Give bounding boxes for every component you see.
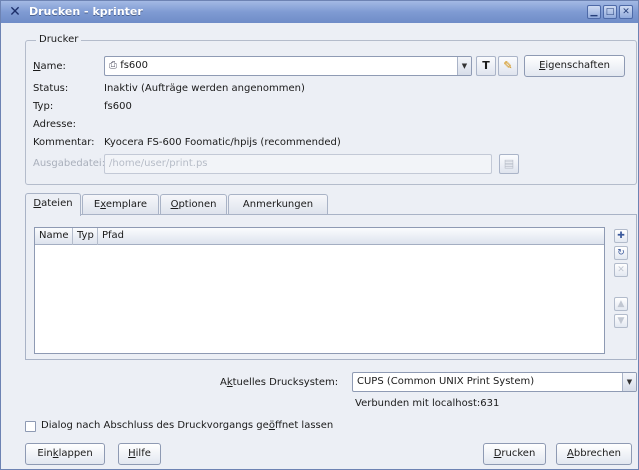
status-label: Status:	[33, 83, 69, 94]
files-tab-panel: Name Typ Pfad ✚ ↻ ✕ ▲ ▼	[25, 214, 637, 360]
wand-icon: ✎	[503, 59, 513, 72]
output-file-input[interactable]: /home/user/print.ps	[104, 154, 492, 174]
chevron-down-icon[interactable]: ▼	[622, 373, 636, 391]
print-system-label: Aktuelles Drucksystem:	[220, 377, 339, 388]
files-list[interactable]: Name Typ Pfad	[34, 227, 605, 354]
tab-dateien[interactable]: Dateien	[25, 193, 81, 216]
collapse-button[interactable]: Einklappen	[25, 443, 105, 465]
connection-status: Verbunden mit localhost:631	[355, 398, 500, 409]
browse-file-button[interactable]: ▤	[499, 154, 519, 174]
output-file-label: Ausgabedatei:	[33, 158, 106, 169]
x-icon[interactable]: ✕	[7, 4, 23, 20]
type-label: Typ:	[33, 101, 54, 112]
column-type[interactable]: Typ	[73, 228, 98, 245]
print-button[interactable]: Drucken	[483, 443, 546, 465]
address-label: Adresse:	[33, 119, 76, 130]
printer-tool-icon: T	[482, 59, 490, 72]
chevron-down-icon[interactable]: ▼	[457, 57, 471, 75]
print-dialog-window: ✕ Drucken - kprinter ▁ □ ✕ Drucker Name:…	[0, 0, 639, 470]
column-path[interactable]: Pfad	[98, 228, 604, 245]
type-value: fs600	[104, 101, 132, 112]
refresh-icon: ↻	[617, 248, 625, 258]
window-title: Drucken - kprinter	[29, 5, 143, 18]
arrow-down-icon: ▼	[617, 316, 625, 326]
properties-button[interactable]: Eigenschaften	[524, 55, 625, 77]
tab-exemplare[interactable]: Exemplare	[82, 194, 159, 215]
title-bar[interactable]: ✕ Drucken - kprinter ▁ □ ✕	[1, 1, 638, 23]
printer-icon: ⎙	[109, 60, 117, 71]
print-system-value: CUPS (Common UNIX Print System)	[357, 376, 535, 387]
minimize-icon[interactable]: ▁	[587, 5, 601, 19]
tab-optionen[interactable]: Optionen	[160, 194, 227, 215]
files-list-header: Name Typ Pfad	[35, 228, 604, 245]
help-button[interactable]: Hilfe	[118, 443, 161, 465]
wizard-button[interactable]: ✎	[498, 56, 518, 76]
remove-icon: ✕	[617, 265, 625, 275]
name-label: Name:	[33, 61, 66, 72]
move-up-button[interactable]: ▲	[614, 297, 628, 311]
move-down-button[interactable]: ▼	[614, 314, 628, 328]
keep-open-checkbox[interactable]	[25, 421, 36, 432]
printer-name-value: fs600	[120, 60, 149, 71]
comment-value: Kyocera FS-600 Foomatic/hpijs (recommend…	[104, 137, 341, 148]
printer-tool-button[interactable]: T	[476, 56, 496, 76]
keep-open-label[interactable]: Dialog nach Abschluss des Druckvorgangs …	[41, 420, 333, 431]
status-value: Inaktiv (Aufträge werden angenommen)	[104, 83, 305, 94]
arrow-up-icon: ▲	[617, 299, 625, 309]
open-file-button[interactable]: ↻	[614, 246, 628, 260]
tab-anmerkungen[interactable]: Anmerkungen	[228, 194, 328, 215]
maximize-icon[interactable]: □	[603, 5, 617, 19]
printer-group-label: Drucker	[36, 34, 82, 45]
print-system-select[interactable]: CUPS (Common UNIX Print System) ▼	[352, 372, 637, 392]
cancel-button[interactable]: Abbrechen	[556, 443, 632, 465]
comment-label: Kommentar:	[33, 137, 95, 148]
close-icon[interactable]: ✕	[619, 5, 633, 19]
remove-file-button[interactable]: ✕	[614, 263, 628, 277]
column-name[interactable]: Name	[35, 228, 73, 245]
printer-name-select[interactable]: ⎙ fs600 ▼	[104, 56, 472, 76]
add-file-button[interactable]: ✚	[614, 229, 628, 243]
folder-icon: ▤	[503, 157, 515, 170]
add-file-icon: ✚	[617, 231, 625, 241]
